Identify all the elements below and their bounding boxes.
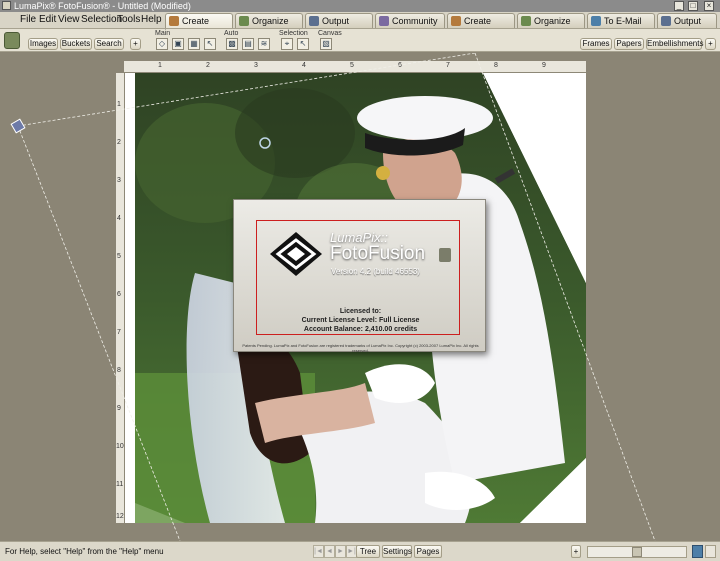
menu-file[interactable]: File [20, 14, 36, 26]
pages-button[interactable]: Pages [414, 545, 442, 558]
tab-community[interactable]: Community [375, 13, 445, 28]
main-tool-4-icon[interactable]: ↖ [204, 38, 216, 50]
minimize-button[interactable]: _ [674, 1, 684, 11]
create-icon [169, 16, 179, 26]
community-icon [379, 16, 389, 26]
menu-edit[interactable]: Edit [39, 14, 56, 26]
auto-tool-2-icon[interactable]: ▤ [242, 38, 254, 50]
prev-page-button[interactable]: ◄ [324, 545, 335, 558]
tab-label: Output [674, 16, 702, 26]
add-bin-button[interactable]: + [130, 38, 141, 50]
license-level: Current License Level: Full License [301, 317, 420, 324]
canvas-tool-icon[interactable]: ▧ [320, 38, 332, 50]
tab-organize-2[interactable]: Organize [517, 13, 585, 28]
fotofusion-logo-icon[interactable] [4, 32, 20, 49]
tab-create[interactable]: Create [165, 13, 233, 28]
add-page-button[interactable]: + [571, 545, 581, 558]
buckets-button[interactable]: Buckets [60, 38, 92, 50]
output-icon [309, 16, 319, 26]
brand-large: FotoFusion [330, 243, 426, 264]
add-bin-button-right[interactable]: + [705, 38, 716, 50]
menu-help[interactable]: Help [141, 14, 162, 26]
embellishments-button[interactable]: Embellishments [646, 38, 703, 50]
tab-label: To E-Mail [604, 16, 642, 26]
splash-dialog[interactable]: LumaPix:: FotoFusion Version 4.2 (build … [233, 199, 486, 353]
selection-tool-1-icon[interactable]: ⌖ [281, 38, 293, 50]
registered-badge [439, 248, 451, 262]
group-label-selection: Selection [279, 30, 308, 37]
tab-label: Organize [252, 16, 289, 26]
tree-button[interactable]: Tree [356, 545, 380, 558]
email-icon [591, 16, 601, 26]
zoom-slider[interactable] [587, 546, 687, 558]
tab-to-email[interactable]: To E-Mail [587, 13, 655, 28]
group-label-auto: Auto [224, 30, 239, 37]
zoom-slider-thumb[interactable] [632, 547, 642, 557]
first-page-button[interactable]: |◄ [313, 545, 324, 558]
output-icon [661, 16, 671, 26]
tab-output-2[interactable]: Output [657, 13, 717, 28]
account-balance: Account Balance: 2,410.00 credits [303, 326, 418, 333]
menu-selection[interactable]: Selection [81, 14, 122, 26]
tab-label: Create [464, 16, 492, 26]
tab-label: Output [322, 16, 350, 26]
licensed-to: Licensed to: [339, 308, 382, 315]
menu-view[interactable]: View [58, 14, 80, 26]
close-button[interactable]: × [704, 1, 714, 11]
images-button[interactable]: Images [28, 38, 58, 50]
search-button[interactable]: Search [94, 38, 124, 50]
resize-grip-icon[interactable] [705, 545, 716, 558]
maximize-button[interactable]: □ [688, 1, 698, 11]
status-help-text: For Help, select "Help" from the "Help" … [5, 547, 164, 556]
tab-label: Community [392, 16, 438, 26]
toolbar: Images Buckets Search + Main Auto Select… [0, 29, 720, 52]
create-icon [451, 16, 461, 26]
version-text: Version 4.2 (build 46553) [331, 267, 420, 276]
tab-organize[interactable]: Organize [235, 13, 303, 28]
auto-tool-1-icon[interactable]: ▩ [226, 38, 238, 50]
group-label-canvas: Canvas [318, 30, 342, 37]
main-tool-3-icon[interactable]: ▦ [188, 38, 200, 50]
menu-bar: File Edit View Selection Tools Help Crea… [0, 12, 720, 29]
menu-tools[interactable]: Tools [117, 14, 140, 26]
organize-icon [521, 16, 531, 26]
tab-output[interactable]: Output [305, 13, 373, 28]
next-page-button[interactable]: ► [335, 545, 346, 558]
status-bar: For Help, select "Help" from the "Help" … [0, 541, 720, 561]
fit-page-icon[interactable] [692, 545, 703, 558]
settings-button[interactable]: Settings [382, 545, 412, 558]
main-tool-2-icon[interactable]: ▣ [172, 38, 184, 50]
window-title: LumaPix® FotoFusion® - Untitled (Modifie… [14, 1, 191, 11]
group-label-main: Main [155, 30, 171, 37]
copyright-text: Patents Pending. LumaPix and FotoFusion … [242, 343, 479, 353]
fotofusion-logo-icon [270, 232, 322, 276]
tab-label: Create [182, 16, 210, 26]
papers-button[interactable]: Papers [614, 38, 644, 50]
frames-button[interactable]: Frames [580, 38, 612, 50]
tab-label: Organize [534, 16, 571, 26]
auto-tool-3-icon[interactable]: ≋ [258, 38, 270, 50]
main-tool-1-icon[interactable]: ◇ [156, 38, 168, 50]
organize-icon [239, 16, 249, 26]
selection-tool-2-icon[interactable]: ↖ [297, 38, 309, 50]
tab-create-2[interactable]: Create [447, 13, 515, 28]
title-bar: LumaPix® FotoFusion® - Untitled (Modifie… [0, 0, 720, 12]
app-icon[interactable] [2, 1, 11, 10]
